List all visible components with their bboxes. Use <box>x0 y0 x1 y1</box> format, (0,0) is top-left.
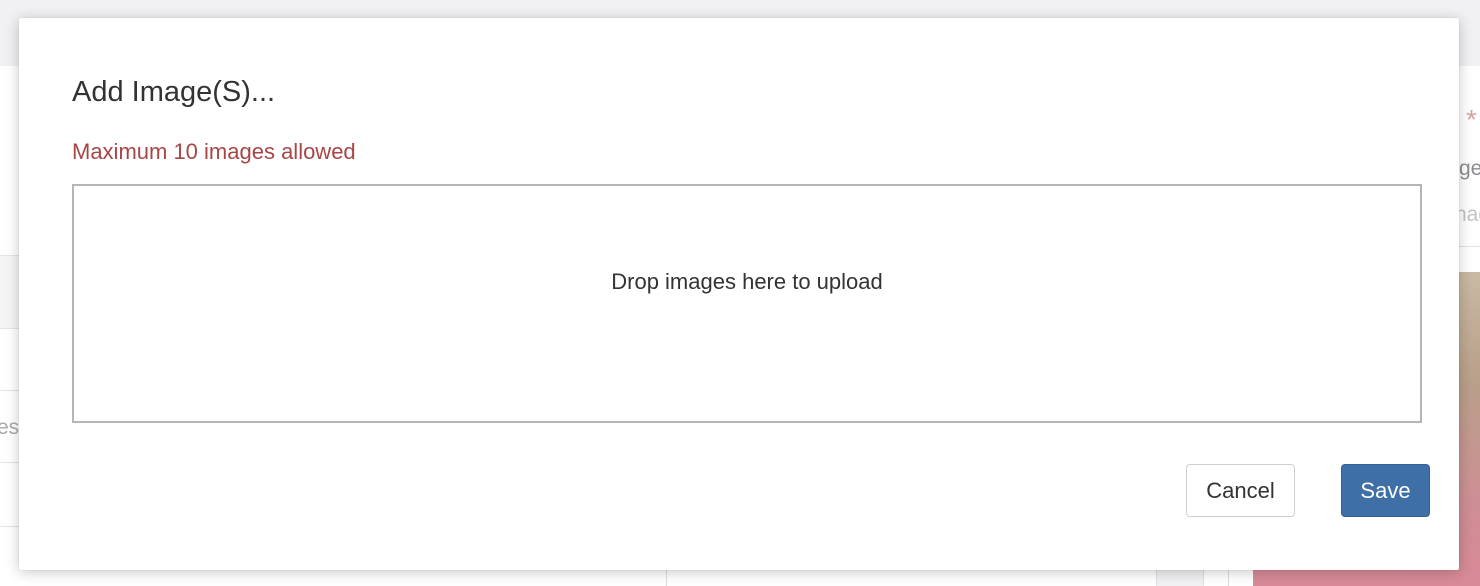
image-dropzone[interactable]: Drop images here to upload <box>72 184 1422 423</box>
background-table-row-divider <box>0 462 20 463</box>
background-required-asterisk: * <box>1466 104 1477 135</box>
background-right-divider <box>1459 246 1480 247</box>
background-cell <box>1156 568 1204 586</box>
add-images-modal: Add Image(S)... Maximum 10 images allowe… <box>19 18 1459 570</box>
save-button[interactable]: Save <box>1341 464 1430 517</box>
background-table-row-divider <box>0 390 20 391</box>
cancel-button[interactable]: Cancel <box>1186 464 1295 517</box>
background-table-row-divider <box>0 526 20 527</box>
dropzone-message: Drop images here to upload <box>611 269 883 294</box>
background-table-header <box>0 255 20 329</box>
max-images-warning: Maximum 10 images allowed <box>72 139 356 164</box>
background-column-divider <box>666 568 667 586</box>
background-column-divider <box>1228 568 1229 586</box>
modal-title: Add Image(S)... <box>72 76 276 108</box>
background-right-label: ge <box>1459 157 1480 180</box>
background-left-text: es <box>0 416 20 439</box>
